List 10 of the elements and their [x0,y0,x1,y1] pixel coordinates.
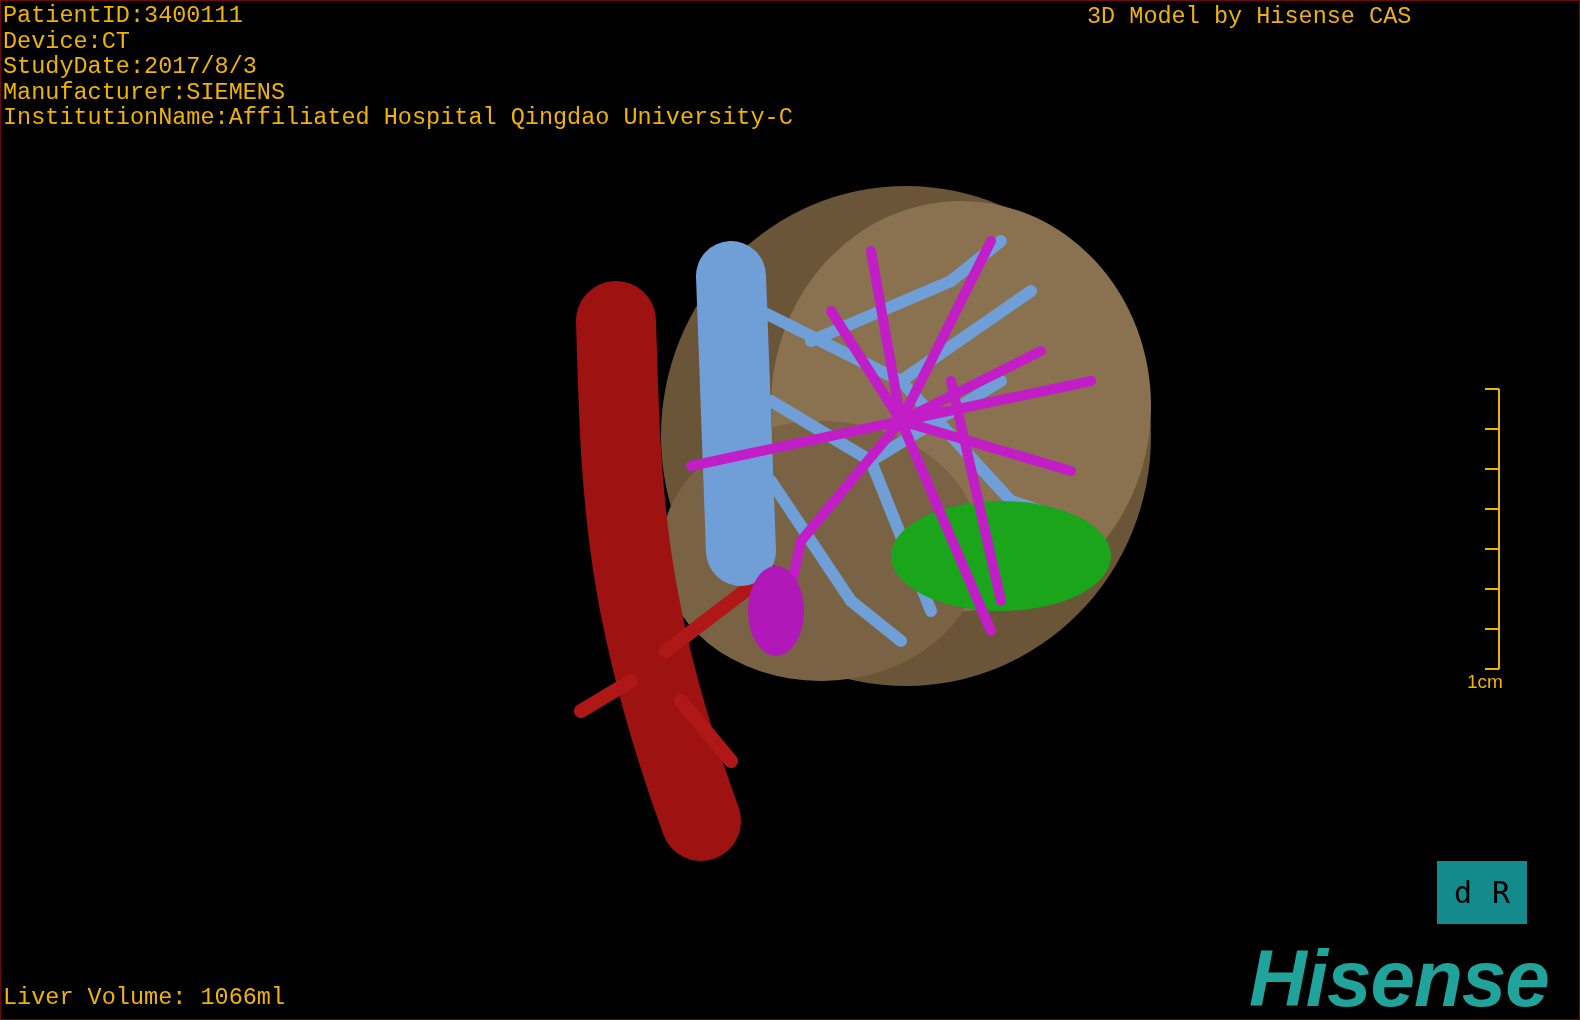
scale-label: 1cm [1467,671,1503,693]
brand-logo: Hisense [1249,939,1549,1019]
study-info-text: StudyDate:2017/8/3 [3,54,258,80]
orientation-cube[interactable]: d R [1437,861,1527,924]
study-info-text: Device:CT [3,28,131,54]
model-caption: 3D Model by Hisense CAS [1087,4,1412,29]
study-info-text: Manufacturer:SIEMENS [3,79,287,105]
liver-volume-text: Liver Volume: 1066ml [3,985,286,1011]
study-info-text: PatientID:3400111 [3,3,244,29]
study-info-text: InstitutionName:Affiliated Hospital Qingdao University-C [3,105,793,131]
